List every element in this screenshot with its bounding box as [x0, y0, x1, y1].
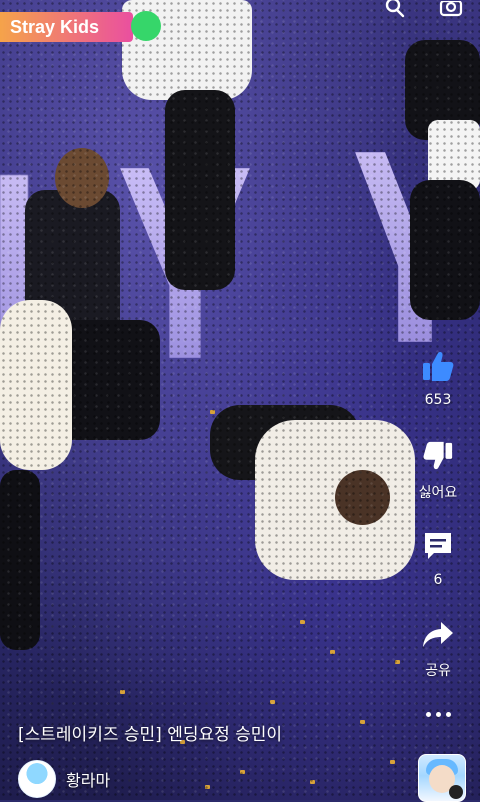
- confetti: [310, 780, 315, 784]
- comment-icon: [422, 530, 454, 566]
- stage-letter: [120, 168, 250, 358]
- confetti: [210, 410, 215, 414]
- stage-letter: [0, 175, 28, 365]
- performer: [405, 40, 480, 140]
- confetti: [270, 700, 275, 704]
- search-icon[interactable]: [380, 0, 410, 22]
- performer: [25, 190, 120, 340]
- performer: [410, 180, 480, 320]
- confetti: [120, 690, 125, 694]
- camera-icon[interactable]: [436, 0, 466, 22]
- like-button[interactable]: 653: [408, 350, 468, 408]
- performer: [0, 300, 72, 470]
- share-label: 공유: [425, 663, 451, 679]
- channel-badge-label: Stray Kids: [10, 16, 100, 37]
- author-name[interactable]: 황라마: [66, 767, 110, 791]
- action-rail: 653: [408, 350, 468, 408]
- music-icon: [449, 785, 463, 799]
- share-arrow-icon: [421, 620, 455, 654]
- action-rail-comments: 6: [408, 530, 468, 588]
- confetti: [330, 650, 335, 654]
- share-button[interactable]: 공유: [408, 620, 468, 680]
- live-indicator: [131, 11, 161, 41]
- performer: [255, 420, 415, 580]
- stage-letter: [355, 152, 475, 342]
- performer: [428, 120, 480, 190]
- comments-button[interactable]: 6: [408, 530, 468, 588]
- thumbs-up-icon: [421, 350, 455, 386]
- dislike-label: 싫어요: [418, 485, 458, 501]
- confetti: [395, 660, 400, 664]
- action-rail-dislike: 싫어요: [408, 440, 468, 502]
- confetti: [300, 620, 305, 624]
- confetti: [360, 720, 365, 724]
- channel-badge[interactable]: Stray Kids: [0, 12, 134, 42]
- more-options-button[interactable]: [408, 712, 468, 717]
- action-rail-share: 공유: [408, 620, 468, 680]
- performer: [55, 148, 109, 208]
- author-row[interactable]: 황라마: [18, 760, 110, 798]
- dislike-button[interactable]: 싫어요: [408, 440, 468, 502]
- performer: [165, 90, 235, 290]
- thumbs-down-icon: [422, 440, 454, 476]
- confetti: [240, 770, 245, 774]
- confetti: [390, 760, 395, 764]
- comment-count: 6: [433, 572, 443, 588]
- like-count: 653: [424, 392, 452, 408]
- confetti: [205, 785, 210, 789]
- performer: [210, 405, 360, 480]
- performer: [335, 470, 390, 525]
- more-dots-icon: [408, 712, 468, 717]
- sound-thumbnail[interactable]: [418, 754, 466, 802]
- performer: [0, 470, 40, 650]
- avatar[interactable]: [18, 760, 56, 798]
- performer: [40, 320, 160, 440]
- video-title[interactable]: [스트레이키즈 승민] 엔딩요정 승민이: [18, 720, 282, 745]
